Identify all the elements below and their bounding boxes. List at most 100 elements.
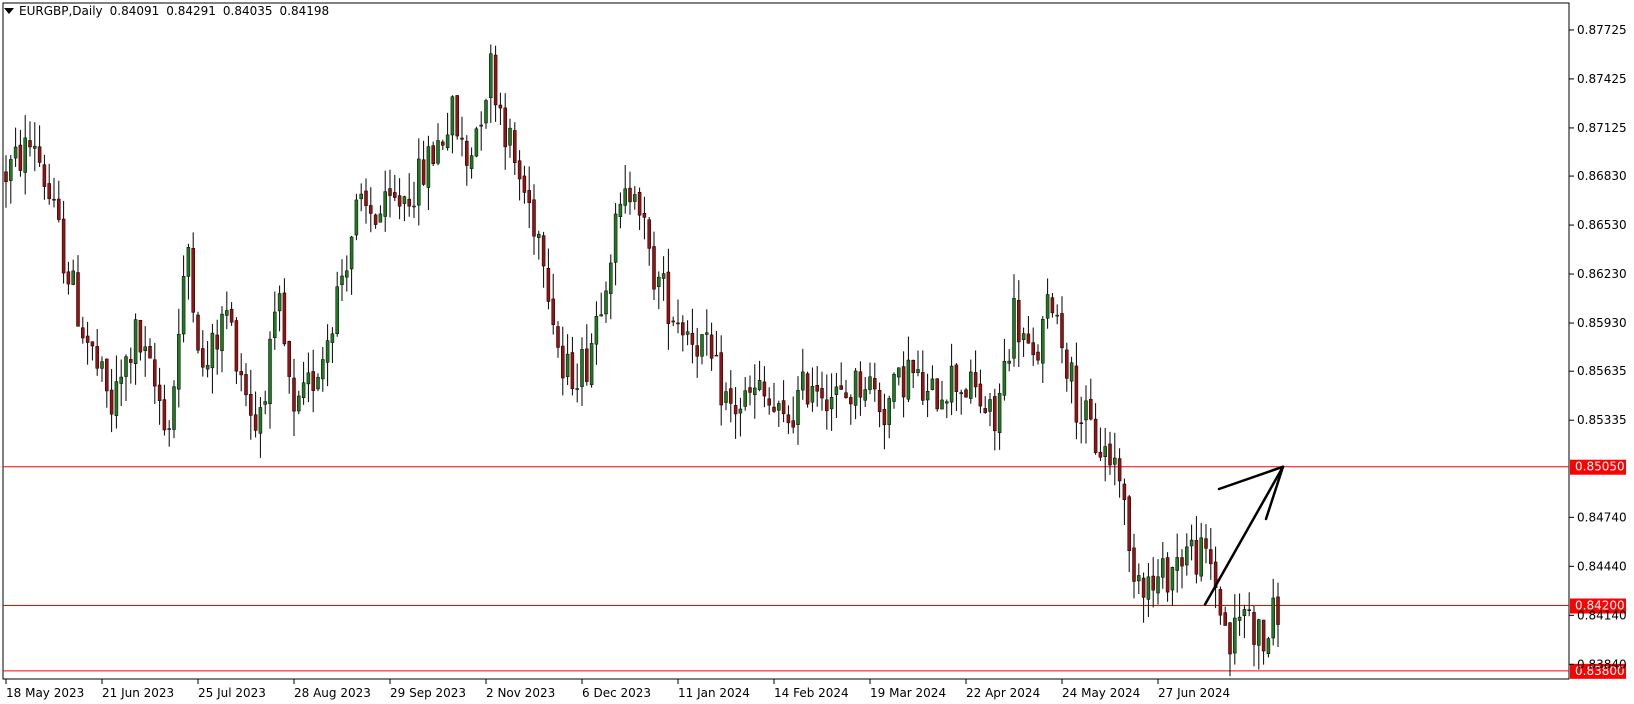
candle xyxy=(997,383,1002,450)
candle xyxy=(133,313,138,385)
bullish-candle-body xyxy=(417,158,421,206)
candle xyxy=(551,273,555,335)
candle xyxy=(1017,280,1021,367)
candle xyxy=(964,387,968,398)
candle xyxy=(268,331,272,429)
bullish-candle-body xyxy=(469,155,474,169)
bearish-candle-body xyxy=(762,381,767,397)
candle xyxy=(853,368,858,420)
candle xyxy=(1242,604,1247,639)
candle xyxy=(565,334,570,386)
bearish-candle-body xyxy=(964,389,968,398)
candle xyxy=(335,271,339,337)
candle xyxy=(253,391,258,438)
candle xyxy=(1161,542,1165,589)
candle xyxy=(436,123,440,166)
bullish-candle-body xyxy=(177,333,181,390)
candle xyxy=(1069,356,1074,404)
candle xyxy=(354,193,359,241)
candle xyxy=(901,351,906,418)
candle xyxy=(239,353,243,392)
candle xyxy=(897,367,901,386)
bullish-candle-body xyxy=(834,386,839,396)
bearish-candle-body xyxy=(676,322,680,325)
bearish-candle-body xyxy=(1228,622,1232,655)
bearish-candle-body xyxy=(637,191,642,216)
bullish-candle-body xyxy=(589,343,594,386)
bearish-candle-body xyxy=(282,292,287,345)
candle xyxy=(647,216,651,266)
candle xyxy=(81,316,85,344)
candle xyxy=(791,396,795,434)
bearish-candle-body xyxy=(18,144,23,171)
bullish-candle-body xyxy=(580,349,584,387)
bullish-candle-body xyxy=(916,369,920,373)
candle xyxy=(186,243,191,300)
date-tick-label: 27 Jun 2024 xyxy=(1158,686,1230,700)
candle xyxy=(743,377,747,411)
bullish-candle-body xyxy=(402,196,407,204)
bearish-candle-body xyxy=(935,378,939,410)
candle xyxy=(973,350,978,398)
candle xyxy=(772,382,776,413)
bearish-candle-body xyxy=(397,195,402,207)
candle xyxy=(52,177,56,208)
bearish-candle-body xyxy=(1252,612,1256,645)
candle xyxy=(810,367,815,412)
candle xyxy=(1209,527,1213,580)
candle xyxy=(1228,621,1232,677)
bullish-candle-body xyxy=(853,370,858,406)
bullish-candle-body xyxy=(484,100,488,124)
candle xyxy=(311,349,315,413)
bearish-candle-body xyxy=(1141,577,1146,598)
candle xyxy=(9,154,13,204)
bullish-candle-body xyxy=(9,159,13,181)
candle xyxy=(753,364,757,419)
candle xyxy=(191,232,195,323)
candle xyxy=(1223,606,1227,626)
candle xyxy=(1175,533,1179,593)
bearish-candle-body xyxy=(234,320,239,372)
bullish-candle-body xyxy=(133,319,138,365)
bullish-candle-body xyxy=(623,188,627,206)
candle xyxy=(993,388,997,451)
bullish-candle-body xyxy=(810,386,815,403)
bullish-candle-body xyxy=(325,340,330,363)
candle xyxy=(402,195,407,222)
candle xyxy=(229,302,234,326)
date-tick-label: 21 Jun 2023 xyxy=(102,686,174,700)
candle xyxy=(513,122,517,175)
bearish-candle-body xyxy=(1132,547,1136,582)
candle xyxy=(273,291,277,350)
bullish-candle-body xyxy=(172,386,176,430)
date-tick-label: 28 Aug 2023 xyxy=(294,686,371,700)
candle xyxy=(580,337,584,406)
bearish-candle-body xyxy=(647,219,651,249)
bullish-candle-body xyxy=(1161,558,1165,578)
candle xyxy=(969,359,973,404)
candle xyxy=(834,373,839,419)
price-tick-label: 0.84140 xyxy=(1577,608,1627,622)
candle xyxy=(1050,292,1055,318)
bearish-candle-body xyxy=(105,358,109,392)
candle xyxy=(633,186,637,210)
price-chart[interactable]: 0.850500.842000.83800 0.877250.874250.87… xyxy=(0,0,1634,704)
bearish-candle-body xyxy=(551,298,555,325)
bearish-candle-body xyxy=(1089,398,1093,420)
bullish-candle-body xyxy=(378,213,383,223)
bullish-candle-body xyxy=(613,213,618,263)
bearish-candle-body xyxy=(66,271,71,285)
candle xyxy=(1127,494,1131,572)
bullish-candle-body xyxy=(1103,446,1107,458)
bullish-candle-body xyxy=(537,233,541,238)
bullish-candle-body xyxy=(143,346,147,352)
candle xyxy=(935,378,939,412)
bullish-candle-body xyxy=(321,359,325,380)
bearish-candle-body xyxy=(1060,313,1064,349)
candle xyxy=(1199,522,1203,582)
bearish-candle-body xyxy=(781,400,786,415)
bearish-candle-body xyxy=(1074,365,1079,423)
candle xyxy=(1117,448,1122,498)
candle xyxy=(210,323,215,394)
candle xyxy=(882,393,887,450)
